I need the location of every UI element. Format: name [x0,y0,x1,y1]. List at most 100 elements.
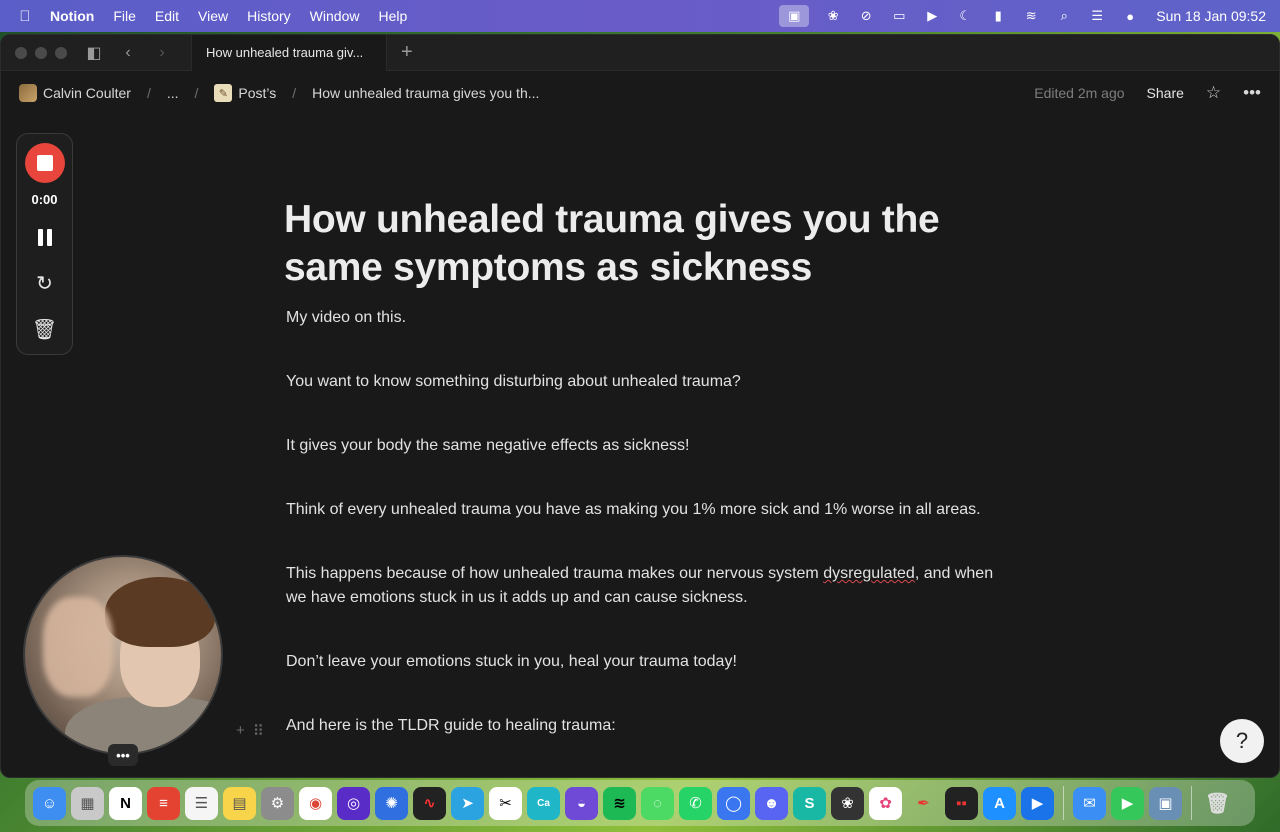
surfshark-icon[interactable]: S [793,786,826,820]
canva-icon[interactable]: Ca [527,786,560,820]
text-block[interactable]: And here is the TLDR guide to healing tr… [286,714,1004,738]
trash-bin-icon[interactable]: 🗑 [1201,787,1234,820]
menu-edit[interactable]: Edit [155,8,179,24]
text-segment: This happens because of how unhealed tra… [286,565,824,582]
menu-file[interactable]: File [113,8,136,24]
settings-icon[interactable]: ⚙ [261,786,294,820]
zoom-window-button[interactable] [55,46,67,59]
menu-history[interactable]: History [247,8,291,24]
quill-icon[interactable]: ✒ [907,787,940,820]
arc-icon[interactable]: ◎ [337,786,370,820]
breadcrumb-parent[interactable]: Post’s [238,85,276,101]
menu-bar:  Notion File Edit View History Window H… [0,0,1280,32]
memo-icon: ✎ [214,84,233,102]
menubar-clock[interactable]: Sun 18 Jan 09:52 [1156,8,1266,24]
setapp-icon[interactable]: ✺ [375,786,408,820]
restart-icon[interactable]: ↻ [36,267,53,299]
notion-icon[interactable]: N [109,786,142,820]
text-block[interactable]: It gives your body the same negative eff… [286,434,1004,458]
misspelled-word[interactable]: dysregulated [823,565,915,582]
telegram-icon[interactable]: ➤ [451,786,484,820]
whatsapp-icon[interactable]: ✆ [679,786,712,820]
window-controls [15,46,67,59]
webcam-preview[interactable] [23,555,223,755]
back-arrow-icon[interactable]: ‹ [119,44,137,62]
siri-icon[interactable]: ● [1121,8,1139,24]
wifi-icon[interactable]: ≋ [1022,8,1040,24]
minimize-window-button[interactable] [35,46,47,59]
breadcrumb-current[interactable]: How unhealed trauma gives you th... [312,85,539,101]
spotify-icon[interactable]: ≋ [603,786,636,820]
breadcrumb: Calvin Coulter / ... / ✎ Post’s / How un… [19,84,539,102]
screen-record-icon[interactable]: ▣ [779,5,810,27]
sidebar-toggle-icon[interactable]: ◧ [85,43,103,63]
messages-icon[interactable]: ◌ [641,786,674,820]
forward-arrow-icon[interactable]: › [153,44,171,62]
close-window-button[interactable] [15,46,27,59]
share-button[interactable]: Share [1147,85,1184,101]
menu-help[interactable]: Help [378,8,407,24]
menu-window[interactable]: Window [310,8,360,24]
help-icon: ? [1235,728,1249,753]
signal-icon[interactable]: ◯ [717,786,750,820]
reminders-icon[interactable]: ☰ [185,786,218,820]
menu-app-name[interactable]: Notion [50,8,94,24]
display-icon[interactable]: ▭ [890,8,908,24]
breadcrumb-separator: / [292,85,297,101]
text-block[interactable]: Think of every unhealed trauma you have … [286,498,1004,522]
stop-recording-button[interactable] [24,143,65,183]
screen-recorder-app-icon[interactable]: ▪▪ [945,786,978,820]
search-icon[interactable]: ⌕ [1055,8,1073,24]
help-button[interactable]: ? [1220,719,1264,763]
tab-current-page[interactable]: How unhealed trauma giv... [191,35,387,71]
text-block[interactable]: Don’t leave your emotions stuck in you, … [286,650,1004,674]
lotus-app-icon[interactable]: ❀ [831,786,864,820]
pause-button[interactable] [37,221,52,253]
webcam-figure-body [65,697,221,753]
chrome-icon[interactable]: ◉ [299,786,332,820]
page-content: How unhealed trauma gives you the same s… [284,196,1004,738]
text-block[interactable]: This happens because of how unhealed tra… [286,562,1004,610]
circle-slash-icon[interactable]: ⊘ [857,8,875,24]
photos-icon[interactable]: ✿ [869,786,902,820]
add-block-icon[interactable]: + [236,722,245,740]
page-title[interactable]: How unhealed trauma gives you the same s… [284,196,1004,292]
new-tab-button[interactable]: + [401,41,413,64]
webcam-more-button[interactable]: ••• [108,744,138,766]
facetime-icon[interactable]: ▶ [1111,786,1144,820]
breadcrumb-separator: / [194,85,199,101]
play-circle-icon[interactable]: ▶ [923,8,941,24]
lotus-icon[interactable]: ❀ [824,8,842,24]
finder-icon[interactable]: ☺ [33,786,66,820]
trash-icon[interactable]: 🗑 [32,313,57,345]
stop-icon [36,155,53,171]
app-store-icon[interactable]: A [983,786,1016,820]
text-block[interactable]: You want to know something disturbing ab… [286,370,1004,394]
text-block[interactable]: My video on this. [286,306,1004,330]
control-center-icon[interactable]: ☰ [1088,8,1106,24]
status-tray: ▣ ❀ ⊘ ▭ ▶ ☾ ▮ ≋ ⌕ ☰ ● Sun 18 Jan 09:52 [779,5,1266,27]
battery-icon[interactable]: ▮ [989,8,1007,24]
breadcrumb-workspace[interactable]: Calvin Coulter [43,85,131,101]
drag-handle-icon[interactable]: ⠿ [253,722,264,740]
apple-icon[interactable]:  [14,8,36,25]
preview-icon[interactable]: ▣ [1149,786,1182,820]
menu-view[interactable]: View [198,8,228,24]
breadcrumb-ellipsis[interactable]: ... [167,85,179,101]
todoist-icon[interactable]: ≡ [147,786,180,820]
capcut-icon[interactable]: ✂ [489,786,522,820]
star-icon[interactable]: ☆ [1206,83,1221,103]
mail-icon[interactable]: ✉ [1073,786,1106,820]
discord-icon[interactable]: ☻ [755,786,788,820]
dock-separator [1191,786,1192,820]
moon-icon[interactable]: ☾ [956,8,974,24]
proton-vpn-icon[interactable]: ◒ [565,786,598,820]
voice-memos-icon[interactable]: ∿ [413,786,446,820]
launchpad-icon[interactable]: ▦ [71,786,104,820]
webcam-figure-hair [105,577,215,647]
pages-icon[interactable]: ▶ [1021,786,1054,820]
notes-icon[interactable]: ▤ [223,786,256,820]
topbar-actions: Edited 2m ago Share ☆ ••• [1034,83,1261,103]
tab-title: How unhealed trauma giv... [206,45,364,60]
more-options-icon[interactable]: ••• [1243,83,1261,103]
